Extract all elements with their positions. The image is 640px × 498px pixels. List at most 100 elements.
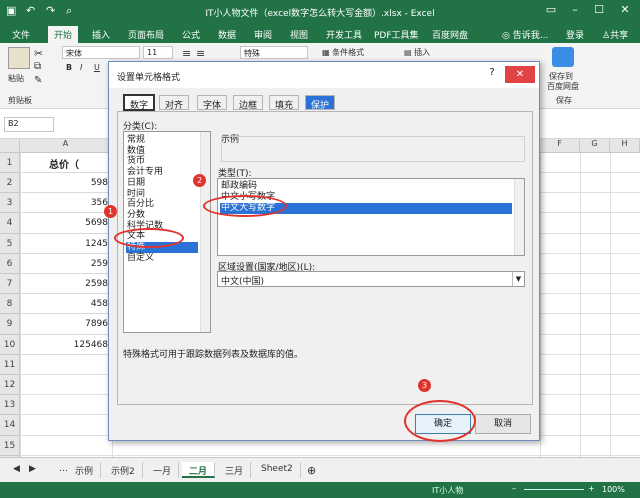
tell-me-input[interactable]: ◎ 告诉我... [496, 27, 554, 42]
baidu-label[interactable]: 百度网盘 [547, 81, 579, 92]
row-header-2[interactable]: 2 [0, 173, 20, 194]
sheet-tab-0[interactable]: 示例 [68, 462, 102, 478]
header-cell[interactable]: 总价（ [20, 153, 112, 173]
select-all-corner[interactable] [0, 139, 20, 153]
type-item[interactable]: 邮政编码 [220, 181, 512, 192]
cancel-button[interactable]: 取消 [475, 414, 531, 434]
next-sheet-icon[interactable]: ▶ [22, 462, 43, 478]
row-header-12[interactable]: 12 [0, 375, 20, 396]
underline-icon[interactable]: U [94, 63, 100, 72]
zoom-level[interactable]: 100% [602, 485, 625, 494]
table-cell[interactable]: 7896 [20, 314, 112, 335]
tab-page-layout[interactable]: 页面布局 [122, 27, 170, 42]
add-sheet-icon[interactable]: ⊕ [300, 462, 323, 478]
cut-icon[interactable]: ✂ [34, 47, 43, 60]
sheet-tab-1[interactable]: 示例2 [104, 462, 143, 478]
tab-formulas[interactable]: 公式 [176, 27, 206, 42]
dialog-tab-font[interactable]: 字体 [197, 95, 228, 111]
dialog-tab-alignment[interactable]: 对齐 [159, 95, 190, 111]
table-cell[interactable]: 2598 [20, 274, 112, 295]
row-header-6[interactable]: 6 [0, 253, 20, 274]
zoom-slider[interactable] [524, 489, 584, 490]
column-header-a[interactable]: A [20, 139, 112, 153]
tab-baidu[interactable]: 百度网盘 [426, 27, 474, 42]
tab-file[interactable]: 文件 [6, 27, 36, 42]
copy-icon[interactable]: ⧉ [34, 61, 41, 72]
dialog-tab-fill[interactable]: 填充 [269, 95, 300, 111]
login-link[interactable]: 登录 [560, 27, 590, 42]
align-middle-icon[interactable]: ≡ [196, 47, 205, 60]
locale-select[interactable]: 中文(中国) ▼ [217, 271, 525, 287]
maximize-button[interactable]: ☐ [588, 3, 610, 19]
row-header-7[interactable]: 7 [0, 274, 20, 295]
bold-icon[interactable]: B [66, 63, 72, 72]
zoom-in-icon[interactable]: + [588, 484, 595, 493]
paste-label[interactable]: 粘贴 [8, 73, 24, 84]
category-item[interactable]: 货币 [126, 156, 198, 167]
category-item[interactable]: 会计专用 [126, 167, 198, 178]
row-header-3[interactable]: 3 [0, 193, 20, 214]
column-header-h[interactable]: H [610, 139, 640, 153]
table-cell[interactable]: 5698 [20, 213, 112, 234]
row-header-5[interactable]: 5 [0, 233, 20, 254]
column-header-f[interactable]: F [540, 139, 580, 153]
help-button[interactable]: ? [483, 67, 501, 83]
table-cell[interactable]: 356 [20, 193, 112, 214]
table-cell[interactable]: 598 [20, 173, 112, 194]
tab-review[interactable]: 审阅 [248, 27, 278, 42]
row-header-9[interactable]: 9 [0, 314, 20, 335]
row-header-13[interactable]: 13 [0, 395, 20, 416]
dialog-tab-number[interactable]: 数字 [123, 94, 156, 111]
dialog-tab-border[interactable]: 边框 [233, 95, 264, 111]
minimize-button[interactable]: – [564, 3, 586, 19]
tab-home[interactable]: 开始 [48, 26, 79, 43]
row-header-1[interactable]: 1 [0, 153, 20, 173]
column-header-g[interactable]: G [580, 139, 610, 153]
category-scrollbar[interactable] [200, 132, 210, 332]
tab-insert[interactable]: 插入 [86, 27, 116, 42]
font-name-select[interactable]: 宋体 [62, 46, 140, 59]
category-item[interactable]: 百分比 [126, 199, 198, 210]
category-item[interactable]: 常规 [126, 135, 198, 146]
close-button[interactable]: ✕ [614, 3, 636, 19]
category-item[interactable]: 时间 [126, 189, 198, 200]
conditional-format-button[interactable]: ▦ 条件格式 [322, 47, 364, 58]
type-scrollbar[interactable] [514, 179, 524, 255]
row-header-11[interactable]: 11 [0, 354, 20, 375]
dialog-tab-protection[interactable]: 保护 [305, 95, 336, 111]
sheet-tab-2[interactable]: 一月 [146, 462, 180, 478]
tab-data[interactable]: 数据 [212, 27, 242, 42]
table-cell[interactable]: 458 [20, 294, 112, 315]
category-item[interactable]: 自定义 [126, 253, 198, 264]
number-format-select[interactable]: 特殊 [240, 46, 308, 59]
sheet-tab-5[interactable]: Sheet2 [254, 462, 301, 478]
tab-view[interactable]: 视图 [284, 27, 314, 42]
align-top-icon[interactable]: ≡ [182, 47, 191, 60]
category-item[interactable]: 日期 [126, 178, 198, 189]
ribbon-options-icon[interactable]: ▭ [540, 3, 562, 19]
share-button[interactable]: ♙共享 [596, 27, 634, 42]
tab-developer[interactable]: 开发工具 [320, 27, 368, 42]
table-cell[interactable]: 259 [20, 254, 112, 274]
tab-pdf-tools[interactable]: PDF工具集 [368, 27, 425, 42]
dialog-close-button[interactable]: ✕ [505, 66, 535, 83]
paste-icon[interactable] [8, 47, 30, 69]
row-header-4[interactable]: 4 [0, 213, 20, 234]
row-header-10[interactable]: 10 [0, 334, 20, 355]
format-painter-icon[interactable]: ✎ [34, 75, 42, 86]
sheet-tab-4[interactable]: 三月 [218, 462, 252, 478]
chevron-down-icon[interactable]: ▼ [512, 272, 524, 286]
row-header-14[interactable]: 14 [0, 415, 20, 436]
italic-icon[interactable]: I [80, 63, 82, 72]
table-cell[interactable]: 125468 [20, 335, 112, 355]
table-cell[interactable]: 1245 [20, 234, 112, 254]
name-box[interactable]: B2 [4, 117, 54, 132]
baidu-cloud-icon[interactable] [552, 47, 574, 67]
type-list[interactable]: 邮政编码 中文小写数字 中文大写数字 [217, 178, 525, 256]
sheet-tab-3[interactable]: 二月 [182, 462, 216, 478]
insert-cells-button[interactable]: ▤ 插入 [404, 47, 430, 58]
row-header-8[interactable]: 8 [0, 294, 20, 315]
font-size-select[interactable]: 11 [143, 46, 173, 59]
category-item[interactable]: 分数 [126, 210, 198, 221]
zoom-out-icon[interactable]: – [512, 484, 516, 493]
